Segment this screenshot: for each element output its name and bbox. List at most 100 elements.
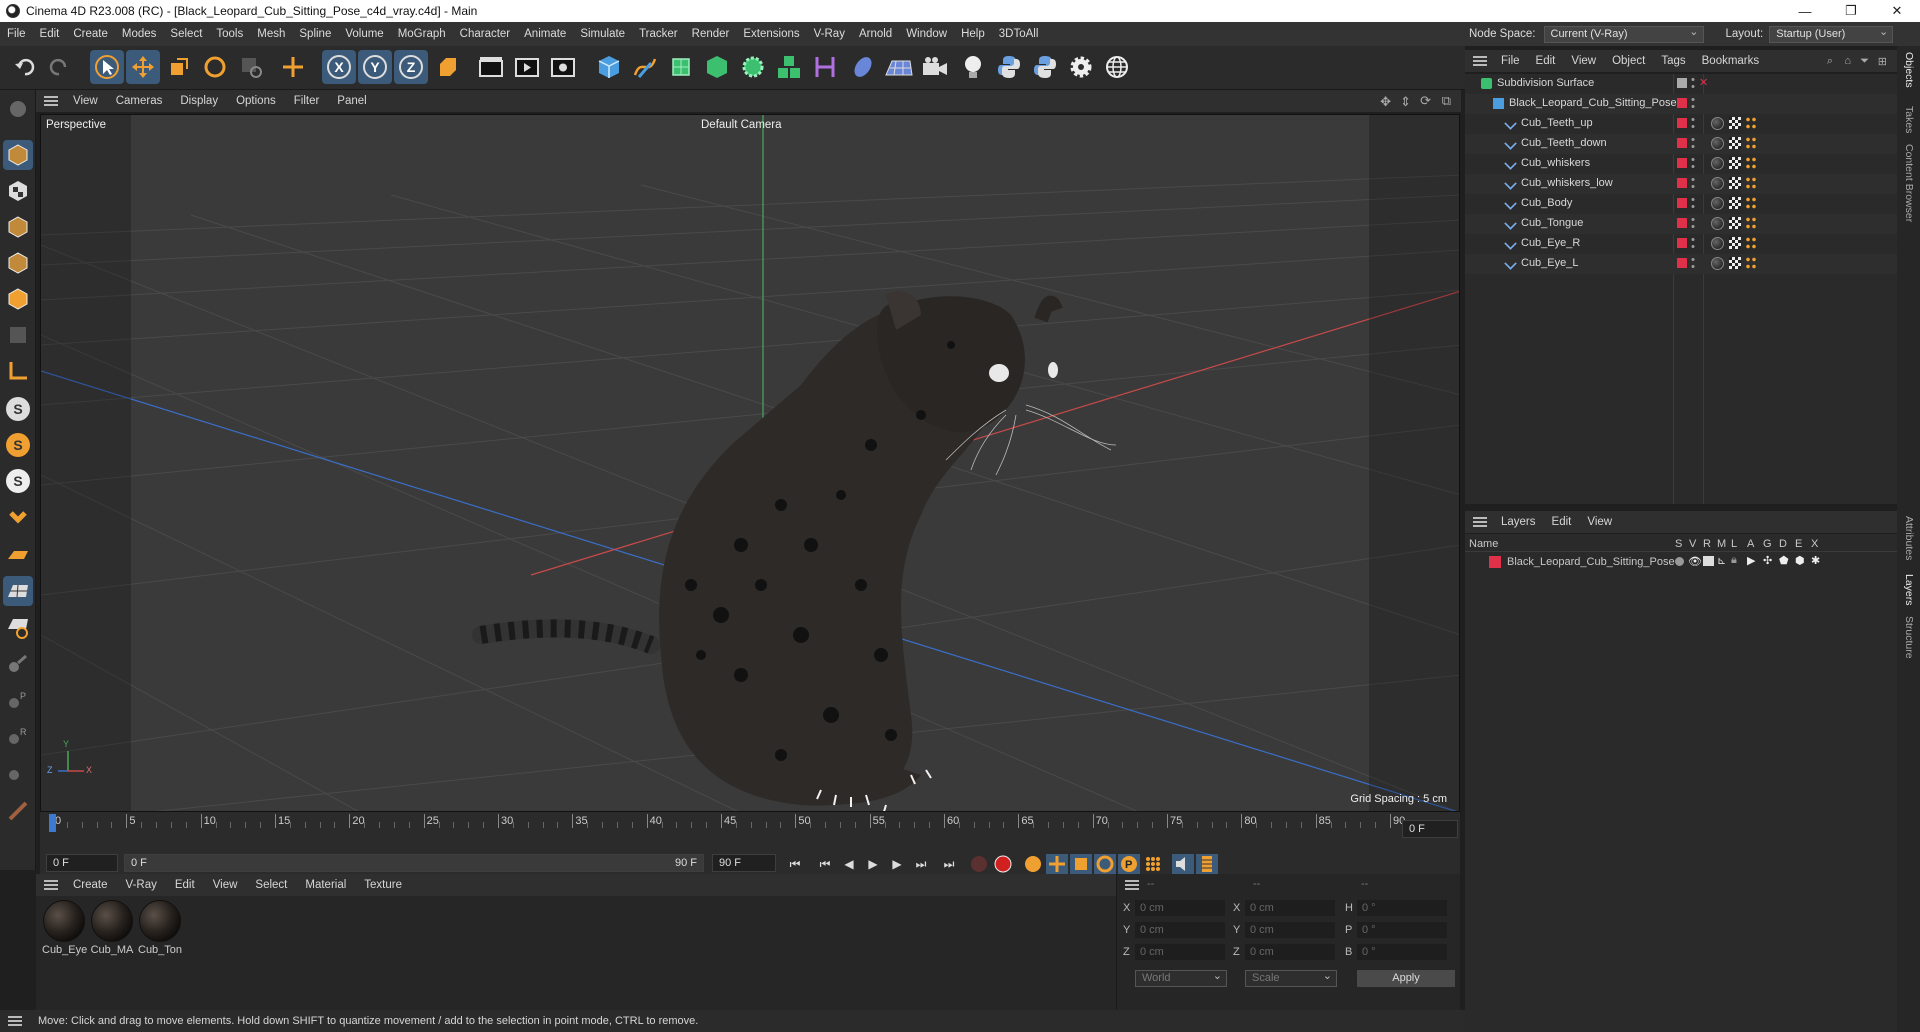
selection-tag-icon[interactable] xyxy=(1745,236,1757,250)
object-name[interactable]: Cub_whiskers xyxy=(1521,157,1590,169)
edge-mode-button[interactable] xyxy=(3,248,33,278)
object-row-cub-teeth-up[interactable]: Cub_Teeth_up xyxy=(1465,114,1897,134)
tab-content-browser[interactable]: Content Browser xyxy=(1903,144,1915,222)
render-settings-button[interactable] xyxy=(546,50,580,84)
layer-color-icon[interactable] xyxy=(1677,198,1687,208)
layer-col-g[interactable]: G xyxy=(1763,538,1772,550)
layer-color-swatch[interactable] xyxy=(1489,556,1501,568)
selection-tag-icon[interactable] xyxy=(1745,136,1757,150)
autokey-button[interactable] xyxy=(992,854,1014,874)
layer-col-e[interactable]: E xyxy=(1795,538,1802,550)
size-x-field[interactable]: 0 cm xyxy=(1245,900,1335,916)
record-button[interactable] xyxy=(968,854,990,874)
key-scale-button[interactable] xyxy=(1070,854,1092,874)
dope-sheet-button[interactable] xyxy=(1196,854,1218,874)
menu-file[interactable]: File xyxy=(0,28,33,40)
render-view-button[interactable] xyxy=(474,50,508,84)
python-script-button[interactable] xyxy=(1028,50,1062,84)
uvw-tag-icon[interactable] xyxy=(1729,117,1741,129)
object-name[interactable]: Cub_Teeth_down xyxy=(1521,137,1607,149)
mograph-button[interactable] xyxy=(772,50,806,84)
uvw-tag-icon[interactable] xyxy=(1729,257,1741,269)
material-tag-icon[interactable] xyxy=(1711,157,1724,170)
tab-takes[interactable]: Takes xyxy=(1903,106,1915,133)
object-name[interactable]: Cub_Tongue xyxy=(1521,217,1583,229)
object-menu-bookmarks[interactable]: Bookmarks xyxy=(1694,55,1768,67)
layer-visible-eye-icon[interactable]: 👁 xyxy=(1688,555,1702,568)
selection-tag-icon[interactable] xyxy=(1745,256,1757,270)
recent-tool-button[interactable] xyxy=(234,50,268,84)
rotate-view-icon[interactable]: ⟳ xyxy=(1420,93,1431,109)
object-menu-hamburger-icon[interactable] xyxy=(1473,56,1487,66)
apply-button[interactable]: Apply xyxy=(1357,970,1455,987)
viewport-menu-options[interactable]: Options xyxy=(227,95,285,107)
camera-label[interactable]: Default Camera xyxy=(701,119,782,131)
material-cub-ton[interactable]: Cub_Ton xyxy=(138,900,182,956)
timeline-mode-button[interactable] xyxy=(1172,854,1194,874)
layer-expressions-icon[interactable]: ⬢ xyxy=(1795,554,1805,567)
move-tool-button[interactable] xyxy=(126,50,160,84)
uvw-tag-icon[interactable] xyxy=(1729,217,1741,229)
menu-v-ray[interactable]: V-Ray xyxy=(807,28,852,40)
home-icon[interactable]: ⌂ xyxy=(1844,55,1851,67)
deformer-button[interactable] xyxy=(808,50,842,84)
object-name[interactable]: Subdivision Surface xyxy=(1497,77,1594,89)
tab-objects[interactable]: Objects xyxy=(1903,52,1915,88)
dolly-view-icon[interactable]: ⇕ xyxy=(1400,94,1411,110)
filter-icon[interactable]: ⏷ xyxy=(1860,55,1869,68)
close-button[interactable]: ✕ xyxy=(1874,0,1920,22)
goto-end-button[interactable]: ⏭ xyxy=(938,854,960,874)
layer-col-a[interactable]: A xyxy=(1747,538,1754,550)
relax-tool-button[interactable]: R xyxy=(3,722,33,752)
maximize-button[interactable]: ❐ xyxy=(1828,0,1874,22)
layer-menu-layers[interactable]: Layers xyxy=(1493,516,1544,528)
layer-col-r[interactable]: R xyxy=(1703,538,1711,550)
menu-mograph[interactable]: MoGraph xyxy=(391,28,453,40)
object-row-cub-whiskers[interactable]: Cub_whiskers xyxy=(1465,154,1897,174)
visibility-dots-icon[interactable] xyxy=(1691,216,1695,230)
end-frame-field[interactable]: 90 F xyxy=(712,854,776,872)
model-mode-button[interactable] xyxy=(3,140,33,170)
enabled-check-icon[interactable]: ✕ xyxy=(1699,76,1708,89)
paint-tool-button[interactable]: P xyxy=(3,686,33,716)
material-cub-eye[interactable]: Cub_Eye xyxy=(42,900,87,956)
menu-edit[interactable]: Edit xyxy=(33,28,67,40)
layer-lock-icon[interactable]: 🔒︎ xyxy=(1731,554,1737,567)
next-frame-button[interactable]: ▶ xyxy=(886,854,908,874)
snap-settings-button[interactable]: S xyxy=(3,430,33,460)
extrude-button[interactable] xyxy=(700,50,734,84)
coordinate-system-button[interactable] xyxy=(430,50,464,84)
visibility-dots-icon[interactable] xyxy=(1691,256,1695,270)
brush-tool-button[interactable] xyxy=(3,650,33,680)
object-menu-object[interactable]: Object xyxy=(1604,55,1653,67)
uvw-tag-icon[interactable] xyxy=(1729,157,1741,169)
object-row-cub-eye-r[interactable]: Cub_Eye_R xyxy=(1465,234,1897,254)
y-axis-lock-button[interactable]: Y xyxy=(358,50,392,84)
edit-toggle-icon[interactable] xyxy=(1677,78,1687,88)
maximize-view-icon[interactable]: ⧉ xyxy=(1442,93,1451,109)
search-icon[interactable]: ⌕ xyxy=(1827,55,1833,68)
layer-col-m[interactable]: M xyxy=(1717,538,1726,550)
layer-animation-icon[interactable]: ▶ xyxy=(1747,554,1755,567)
key-position-button[interactable] xyxy=(1046,854,1068,874)
material-menu-select[interactable]: Select xyxy=(246,879,296,891)
layer-name[interactable]: Black_Leopard_Cub_Sitting_Pose xyxy=(1507,556,1675,568)
material-tag-icon[interactable] xyxy=(1711,197,1724,210)
material-cub-ma[interactable]: Cub_MA xyxy=(90,900,134,956)
workplane-button[interactable] xyxy=(3,540,33,570)
texture-mode-button[interactable] xyxy=(3,176,33,206)
preview-range-slider[interactable]: 0 F 90 F xyxy=(124,854,704,872)
prev-key-button[interactable]: ⏮ xyxy=(814,854,836,874)
pen-spline-button[interactable] xyxy=(628,50,662,84)
layer-deformers-icon[interactable]: ⬟ xyxy=(1779,554,1789,567)
size-mode-dropdown[interactable]: Scale xyxy=(1245,969,1337,987)
object-row-cub-whiskers-low[interactable]: Cub_whiskers_low xyxy=(1465,174,1897,194)
grid-workplane-button[interactable] xyxy=(3,576,33,606)
menu-tracker[interactable]: Tracker xyxy=(632,28,685,40)
prev-frame-button[interactable]: ◀ xyxy=(838,854,860,874)
camera-button[interactable] xyxy=(918,50,952,84)
rot-h-field[interactable]: 0 ° xyxy=(1357,900,1447,916)
settings-gear-button[interactable] xyxy=(1064,50,1098,84)
material-tag-icon[interactable] xyxy=(1711,217,1724,230)
layer-solo-icon[interactable] xyxy=(1675,557,1684,566)
